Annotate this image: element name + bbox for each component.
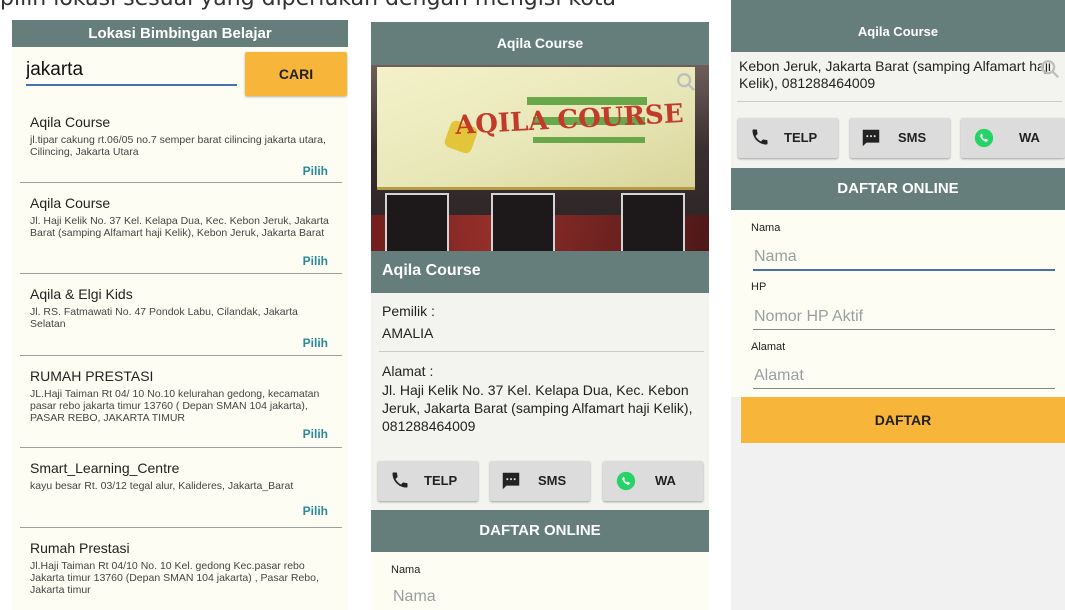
sms-label: SMS xyxy=(538,473,567,488)
result-name: Aqila Course xyxy=(30,114,111,130)
wa-label: WA xyxy=(655,473,676,488)
alamat-underline xyxy=(753,388,1055,389)
city-search-input[interactable] xyxy=(26,56,237,86)
pilih-link[interactable]: Pilih xyxy=(303,504,328,518)
wa-button[interactable]: WA xyxy=(603,461,703,501)
search-row: CARI xyxy=(12,47,348,102)
top-caption: pilih lokasi sesuai yang diperlukan deng… xyxy=(0,0,616,11)
result-address: Jl.Haji Taiman Rt 04/10 No. 10 Kel. gedo… xyxy=(30,560,319,596)
sms-button[interactable]: SMS xyxy=(850,118,950,158)
course-name: Aqila Course xyxy=(382,262,481,279)
result-name: Rumah Prestasi xyxy=(30,540,130,556)
nama-label: Nama xyxy=(751,222,781,234)
list-item: Aqila Course Jl. Haji Kelik No. 37 Kel. … xyxy=(12,183,348,274)
nama-label: Nama xyxy=(391,564,421,576)
hp-underline xyxy=(753,329,1055,330)
telp-label: TELP xyxy=(424,473,458,488)
list-item: RUMAH PRESTASI JL.Haji Taiman Rt 04/ 10 … xyxy=(12,356,348,448)
screen-course-detail: Aqila Course AQILA COURSE Aqila Course P… xyxy=(371,22,709,610)
message-icon xyxy=(862,129,880,147)
course-name-header: Aqila Course xyxy=(371,251,709,293)
daftar-online-header: DAFTAR ONLINE xyxy=(731,168,1065,210)
app-title: Aqila Course xyxy=(371,22,709,65)
address-value: Kebon Jeruk, Jakarta Barat (samping Alfa… xyxy=(739,58,1059,92)
results-list: Aqila Course jl.tipar cakung rt.06/05 no… xyxy=(12,102,348,610)
pilih-link[interactable]: Pilih xyxy=(303,427,328,441)
list-item: Aqila Course jl.tipar cakung rt.06/05 no… xyxy=(12,102,348,183)
address-section: Kebon Jeruk, Jakarta Barat (samping Alfa… xyxy=(731,52,1065,168)
search-icon[interactable] xyxy=(675,71,697,93)
list-item: Smart_Learning_Centre kayu besar Rt. 03/… xyxy=(12,448,348,528)
window xyxy=(491,193,555,251)
telp-button[interactable]: TELP xyxy=(378,461,478,501)
owner-value: AMALIA xyxy=(382,325,434,341)
window xyxy=(621,193,685,251)
list-item: Aqila & Elgi Kids Jl. RS. Fatmawati No. … xyxy=(12,274,348,356)
result-address: jl.tipar cakung rt.06/05 no.7 semper bar… xyxy=(30,134,326,158)
contact-buttons: TELP SMS WA xyxy=(371,445,709,501)
sms-button[interactable]: SMS xyxy=(490,461,590,501)
result-name: Aqila & Elgi Kids xyxy=(30,286,133,302)
banner-title: AQILA COURSE xyxy=(454,99,685,141)
app-title: Lokasi Bimbingan Belajar xyxy=(12,20,348,47)
telp-button[interactable]: TELP xyxy=(738,118,838,158)
daftar-submit-button[interactable]: DAFTAR xyxy=(741,397,1065,443)
list-item: Rumah Prestasi Jl.Haji Taiman Rt 04/10 N… xyxy=(12,528,348,610)
registration-form: Nama xyxy=(371,552,709,610)
address-label: Alamat : xyxy=(382,363,434,379)
result-name: Aqila Course xyxy=(30,195,111,211)
telp-label: TELP xyxy=(784,130,818,145)
phone-icon xyxy=(752,129,768,145)
course-photo: AQILA COURSE xyxy=(371,65,709,251)
nama-input[interactable] xyxy=(393,586,683,608)
wa-button[interactable]: WA xyxy=(961,118,1065,158)
result-address: kayu besar Rt. 03/12 tegal alur, Kalider… xyxy=(30,480,294,492)
divider xyxy=(379,351,704,352)
pilih-link[interactable]: Pilih xyxy=(303,254,328,268)
search-icon[interactable] xyxy=(1039,58,1061,80)
screen-location-search: Lokasi Bimbingan Belajar CARI Aqila Cour… xyxy=(12,20,348,610)
screen-registration: Aqila Course Kebon Jeruk, Jakarta Barat … xyxy=(731,0,1065,610)
hp-label: HP xyxy=(751,281,767,293)
banner-stripe xyxy=(533,137,645,143)
hp-input[interactable] xyxy=(754,306,1044,328)
whatsapp-icon xyxy=(616,471,636,491)
search-button[interactable]: CARI xyxy=(245,52,347,96)
phone-icon xyxy=(392,472,408,488)
alamat-label: Alamat xyxy=(751,341,786,353)
result-address: Jl. RS. Fatmawati No. 47 Pondok Labu, Ci… xyxy=(30,306,298,330)
app-title: Aqila Course xyxy=(857,24,939,39)
message-icon xyxy=(502,472,520,490)
divider xyxy=(737,101,1062,102)
result-name: RUMAH PRESTASI xyxy=(30,368,154,384)
result-address: JL.Haji Taiman Rt 04/ 10 No.10 kelurahan… xyxy=(30,388,320,424)
result-name: Smart_Learning_Centre xyxy=(30,460,180,476)
alamat-input[interactable] xyxy=(754,365,1044,387)
pilih-link[interactable]: Pilih xyxy=(303,336,328,350)
result-address: Jl. Haji Kelik No. 37 Kel. Kelapa Dua, K… xyxy=(30,215,329,239)
sms-label: SMS xyxy=(898,130,927,145)
address-value: Jl. Haji Kelik No. 37 Kel. Kelapa Dua, K… xyxy=(382,382,693,434)
nama-input[interactable] xyxy=(754,246,1044,268)
daftar-online-header: DAFTAR ONLINE xyxy=(371,510,709,552)
wa-label: WA xyxy=(1019,130,1040,145)
pilih-link[interactable]: Pilih xyxy=(303,164,328,178)
whatsapp-icon xyxy=(974,128,994,148)
course-banner: AQILA COURSE xyxy=(377,67,695,190)
owner-label: Pemilik : xyxy=(382,303,435,319)
window xyxy=(385,193,449,251)
registration-form: Nama HP Alamat xyxy=(731,210,1065,397)
nama-underline xyxy=(753,269,1055,271)
